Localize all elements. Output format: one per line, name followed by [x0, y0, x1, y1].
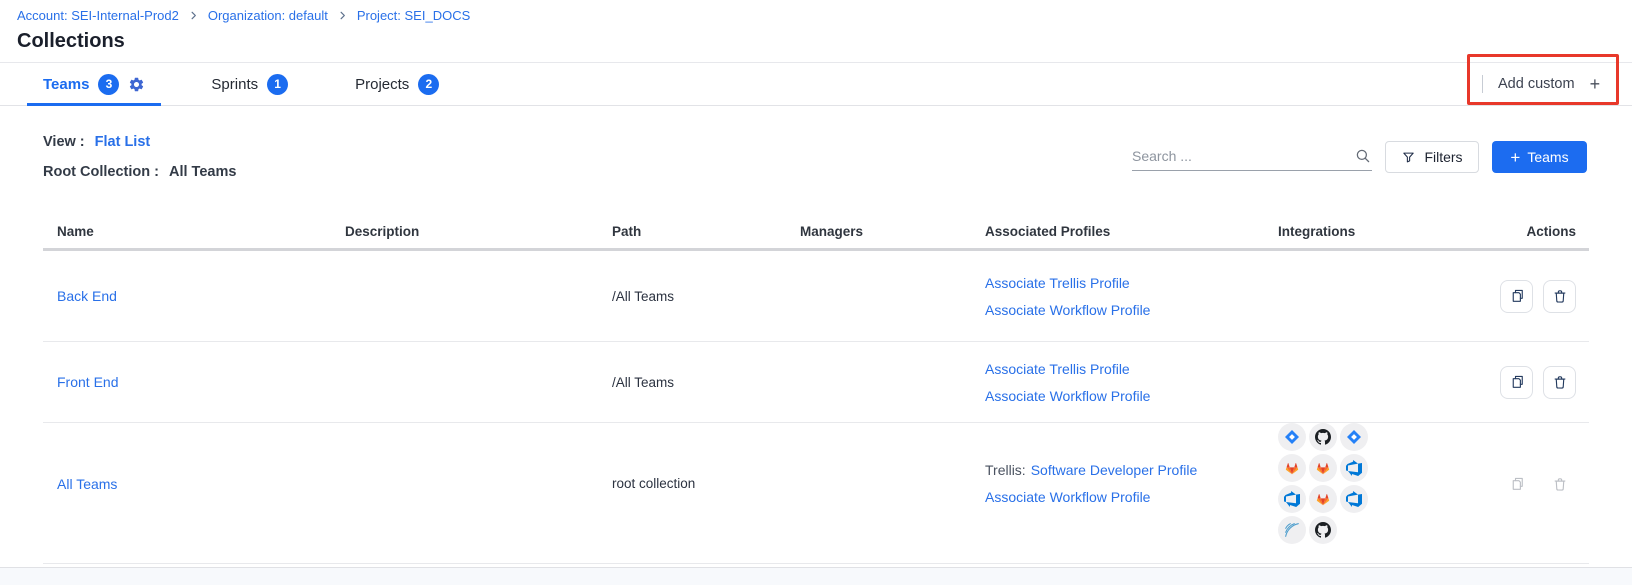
- plus-icon: +: [1590, 75, 1601, 93]
- associate-trellis-profile-link[interactable]: Associate Trellis Profile: [985, 275, 1130, 291]
- root-collection: Root Collection : All Teams: [43, 164, 236, 180]
- gitlab-icon: [1309, 485, 1337, 513]
- delete-button[interactable]: [1543, 366, 1576, 399]
- trash-icon: [1551, 287, 1569, 305]
- search-input[interactable]: [1132, 148, 1354, 164]
- delete-button[interactable]: [1543, 280, 1576, 313]
- add-teams-button-label: Teams: [1527, 149, 1568, 165]
- table-row: All Teams root collection Trellis: Softw…: [43, 423, 1589, 564]
- collection-link-front-end[interactable]: Front End: [57, 374, 118, 390]
- github-icon: [1309, 423, 1337, 451]
- azure-devops-icon: [1278, 485, 1306, 513]
- tab-bar: Teams 3 Sprints 1 Projects 2 Add custom …: [0, 62, 1632, 106]
- filter-funnel-icon: [1401, 150, 1416, 165]
- add-custom-button[interactable]: Add custom +: [1482, 63, 1600, 105]
- breadcrumb: Account: SEI-Internal-Prod2 Organization…: [17, 8, 470, 23]
- tab-sprints-label: Sprints: [211, 76, 258, 93]
- azure-devops-icon: [1340, 454, 1368, 482]
- collection-link-back-end[interactable]: Back End: [57, 288, 117, 304]
- view-value-link[interactable]: Flat List: [95, 134, 151, 150]
- associate-workflow-profile-link[interactable]: Associate Workflow Profile: [985, 388, 1150, 404]
- trash-icon: [1551, 475, 1569, 493]
- tab-sprints[interactable]: Sprints 1: [195, 63, 304, 105]
- managers-cell: [800, 484, 985, 510]
- tab-projects-label: Projects: [355, 76, 409, 93]
- associate-workflow-profile-link[interactable]: Associate Workflow Profile: [985, 302, 1150, 318]
- breadcrumb-organization-link[interactable]: Organization: default: [208, 8, 328, 23]
- search-box: [1132, 141, 1372, 171]
- associate-trellis-profile-link[interactable]: Associate Trellis Profile: [985, 361, 1130, 377]
- path-cell: /All Teams: [612, 289, 800, 304]
- column-header-description: Description: [345, 224, 612, 239]
- tab-teams-label: Teams: [43, 76, 89, 93]
- trash-icon: [1551, 373, 1569, 391]
- copy-button[interactable]: [1500, 366, 1533, 399]
- copy-icon: [1508, 373, 1526, 391]
- integrations-cell: [1278, 423, 1500, 544]
- filters-button-label: Filters: [1424, 149, 1462, 165]
- teams-count-badge: 3: [98, 74, 119, 95]
- column-header-managers: Managers: [800, 224, 985, 239]
- gitlab-icon: [1278, 454, 1306, 482]
- actions-cell: [1500, 467, 1589, 526]
- table-header-row: Name Description Path Managers Associate…: [43, 215, 1589, 251]
- associated-profiles-cell: Trellis: Software Developer Profile Asso…: [985, 462, 1278, 531]
- gitlab-icon: [1309, 454, 1337, 482]
- column-header-integrations: Integrations: [1278, 224, 1500, 239]
- sonarqube-icon: [1278, 516, 1306, 544]
- delete-button-disabled: [1543, 467, 1576, 500]
- projects-count-badge: 2: [418, 74, 439, 95]
- search-icon: [1354, 147, 1372, 165]
- associated-profiles-cell: Associate Trellis Profile Associate Work…: [985, 275, 1278, 318]
- root-collection-label: Root Collection :: [43, 164, 159, 180]
- chevron-right-icon: [337, 10, 348, 21]
- software-developer-profile-link[interactable]: Software Developer Profile: [1031, 462, 1198, 478]
- tab-projects[interactable]: Projects 2: [339, 63, 455, 105]
- root-collection-value: All Teams: [169, 164, 236, 180]
- trellis-prefix-label: Trellis:: [985, 462, 1026, 478]
- column-header-actions: Actions: [1500, 224, 1589, 239]
- associate-workflow-profile-link[interactable]: Associate Workflow Profile: [985, 489, 1150, 505]
- copy-icon: [1508, 287, 1526, 305]
- table-row: Back End /All Teams Associate Trellis Pr…: [43, 251, 1589, 342]
- jira-icon: [1278, 423, 1306, 451]
- breadcrumb-project-link[interactable]: Project: SEI_DOCS: [357, 8, 470, 23]
- sprints-count-badge: 1: [267, 74, 288, 95]
- filters-button[interactable]: Filters: [1385, 141, 1479, 173]
- add-teams-button[interactable]: + Teams: [1492, 141, 1587, 173]
- jira-icon: [1340, 423, 1368, 451]
- chevron-right-icon: [188, 10, 199, 21]
- view-selector: View : Flat List: [43, 134, 150, 150]
- column-header-associated-profiles: Associated Profiles: [985, 224, 1278, 239]
- column-header-name: Name: [43, 224, 345, 239]
- associated-profiles-cell: Associate Trellis Profile Associate Work…: [985, 361, 1278, 404]
- path-cell: /All Teams: [612, 375, 800, 390]
- collections-table: Name Description Path Managers Associate…: [43, 215, 1589, 564]
- copy-icon: [1508, 475, 1526, 493]
- plus-icon: +: [1510, 149, 1520, 166]
- page-title: Collections: [17, 30, 125, 53]
- github-icon: [1309, 516, 1337, 544]
- breadcrumb-account-link[interactable]: Account: SEI-Internal-Prod2: [17, 8, 179, 23]
- page-background-strip: [0, 567, 1632, 585]
- description-cell: [345, 484, 612, 510]
- column-header-path: Path: [612, 224, 800, 239]
- path-cell: root collection: [612, 476, 800, 517]
- tab-teams[interactable]: Teams 3: [27, 63, 161, 105]
- vertical-separator: [1482, 75, 1483, 93]
- view-label: View :: [43, 134, 85, 150]
- copy-button-disabled: [1500, 467, 1533, 500]
- azure-devops-icon: [1340, 485, 1368, 513]
- actions-cell: [1500, 280, 1589, 313]
- table-row: Front End /All Teams Associate Trellis P…: [43, 342, 1589, 423]
- add-custom-label: Add custom: [1498, 76, 1575, 92]
- actions-cell: [1500, 366, 1589, 399]
- copy-button[interactable]: [1500, 280, 1533, 313]
- collection-link-all-teams[interactable]: All Teams: [57, 476, 117, 492]
- gear-icon[interactable]: [128, 76, 145, 93]
